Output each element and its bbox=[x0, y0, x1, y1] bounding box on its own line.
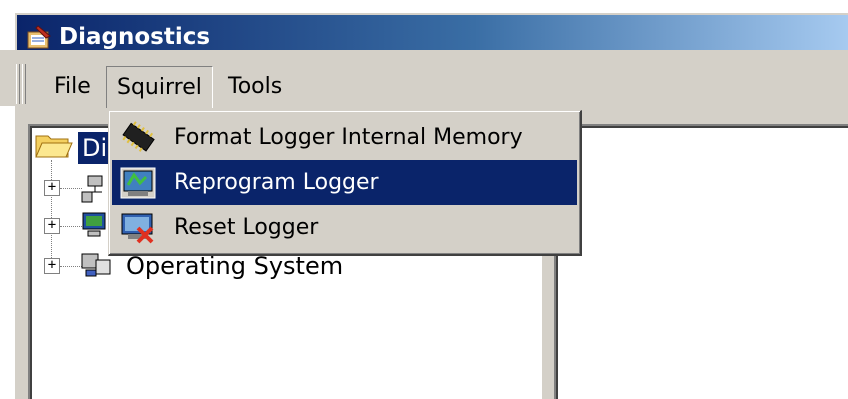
reset-logger-icon bbox=[116, 208, 160, 248]
tree-connector-h1 bbox=[60, 188, 82, 189]
folder-open-icon bbox=[34, 130, 74, 162]
diagnostics-app-icon bbox=[23, 21, 55, 53]
detail-pane[interactable] bbox=[554, 124, 848, 399]
toolbar-grip[interactable] bbox=[16, 64, 20, 104]
menu-squirrel[interactable]: Squirrel bbox=[106, 66, 213, 108]
squirrel-dropdown-menu: Format Logger Internal Memory Reprogram … bbox=[108, 110, 582, 256]
toolbar-grip-secondary bbox=[22, 64, 26, 104]
menuitem-label: Reprogram Logger bbox=[174, 170, 379, 195]
menuitem-format-logger-internal-memory[interactable]: Format Logger Internal Memory bbox=[112, 115, 577, 160]
tree-expander-1[interactable]: + bbox=[44, 180, 60, 196]
menuitem-label: Reset Logger bbox=[174, 215, 319, 240]
reprogram-icon bbox=[116, 163, 160, 203]
tree-connector-h2 bbox=[60, 226, 82, 227]
memory-chip-icon bbox=[116, 118, 160, 158]
menu-tools[interactable]: Tools bbox=[218, 66, 292, 108]
tree-expander-3[interactable]: + bbox=[44, 258, 60, 274]
menuitem-label: Format Logger Internal Memory bbox=[174, 125, 523, 150]
tree-connector-h3 bbox=[60, 266, 82, 267]
menuitem-reprogram-logger[interactable]: Reprogram Logger bbox=[112, 160, 577, 205]
menuitem-reset-logger[interactable]: Reset Logger bbox=[112, 205, 577, 250]
menu-file[interactable]: File bbox=[44, 66, 101, 108]
tree-expander-2[interactable]: + bbox=[44, 218, 60, 234]
window-title: Diagnostics bbox=[59, 24, 211, 50]
tree-root-label[interactable]: Di bbox=[76, 131, 113, 165]
tree-connector bbox=[51, 160, 52, 270]
